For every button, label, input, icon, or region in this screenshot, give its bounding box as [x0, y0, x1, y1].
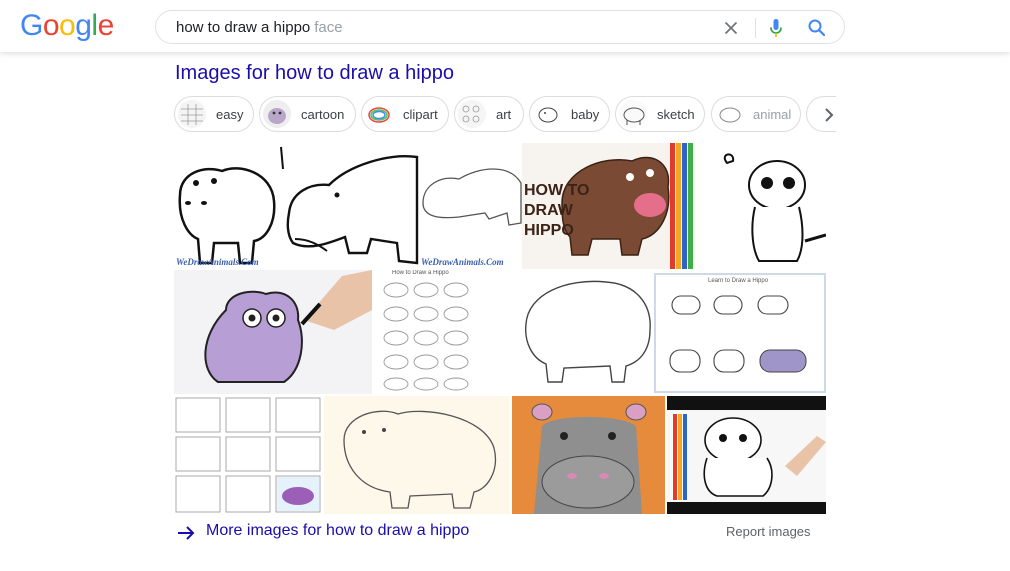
image-result[interactable]: WeDrawAnimals.Com	[174, 143, 278, 269]
microphone-icon	[770, 19, 782, 37]
chip-art[interactable]: art	[454, 96, 524, 132]
search-header: Google how to draw a hippo face	[0, 0, 1010, 52]
image-caption: How to Draw a Hippo	[392, 270, 449, 276]
overlay-line: HOW TO	[524, 182, 590, 199]
google-logo[interactable]: Google	[20, 9, 114, 43]
image-caption: Learn to Draw a Hippo	[708, 278, 769, 284]
image-result[interactable]	[512, 396, 665, 514]
overlay-line: DRAW	[524, 202, 573, 219]
overlay-line: HIPPO	[524, 222, 574, 239]
chip-thumbnail	[365, 100, 393, 128]
chip-label: baby	[571, 107, 600, 122]
search-divider	[755, 18, 756, 38]
related-search-chips: easy cartoon clipart art baby sketch ani…	[174, 96, 836, 132]
chip-thumbnail	[458, 100, 486, 128]
arrow-right-icon	[178, 526, 195, 540]
chips-next-button[interactable]	[818, 104, 840, 126]
search-query: how to draw a hippo	[176, 19, 311, 36]
search-icon	[808, 19, 826, 37]
images-section-title[interactable]: Images for how to draw a hippo	[175, 62, 454, 85]
image-result[interactable]	[324, 396, 510, 514]
image-caption: WeDrawAnimals.Com	[176, 257, 259, 267]
chip-thumbnail	[178, 100, 206, 128]
chip-easy[interactable]: easy	[174, 96, 254, 132]
search-autocomplete-suggestion: face	[314, 19, 343, 36]
chip-label: sketch	[657, 107, 695, 122]
chip-sketch[interactable]: sketch	[615, 96, 705, 132]
image-result[interactable]	[516, 270, 653, 394]
chip-label: animal	[753, 107, 792, 122]
logo-letter: o	[42, 9, 60, 42]
logo-letter: o	[59, 9, 76, 42]
image-overlay-text: HOW TO DRAW HIPPO	[524, 181, 589, 241]
chevron-right-icon	[825, 108, 834, 122]
chip-baby[interactable]: baby	[529, 96, 610, 132]
logo-letter: g	[75, 9, 92, 42]
voice-search-button[interactable]	[764, 16, 788, 40]
chip-thumbnail	[715, 100, 743, 128]
image-result[interactable]: HOW TO DRAW HIPPO	[522, 143, 695, 269]
more-images-label: More images for how to draw a hippo	[206, 522, 470, 539]
clear-search-button[interactable]	[719, 16, 743, 40]
image-result[interactable]: Learn to Draw a Hippo	[654, 270, 826, 394]
chip-clipart[interactable]: clipart	[361, 96, 449, 132]
image-result[interactable]	[695, 143, 826, 269]
chip-animal[interactable]: animal	[711, 96, 801, 132]
close-icon	[724, 21, 738, 35]
image-result[interactable]	[667, 396, 826, 514]
chip-thumbnail	[533, 100, 561, 128]
search-input[interactable]: how to draw a hippo face	[176, 19, 343, 36]
chip-label: art	[496, 107, 512, 122]
image-result[interactable]	[174, 396, 322, 514]
logo-letter: G	[20, 9, 43, 42]
image-result[interactable]	[279, 143, 419, 269]
image-result[interactable]: How to Draw a Hippo	[374, 270, 515, 394]
report-images-link[interactable]: Report images	[726, 524, 811, 539]
chip-cartoon[interactable]: cartoon	[259, 96, 356, 132]
image-caption: WeDrawAnimals.Com	[421, 257, 504, 267]
chip-label: easy	[216, 107, 244, 122]
search-box[interactable]: how to draw a hippo face	[155, 10, 845, 44]
image-result[interactable]: WeDrawAnimals.Com	[419, 143, 522, 269]
image-result[interactable]	[174, 270, 372, 394]
chip-thumbnail	[263, 100, 291, 128]
logo-letter: e	[97, 9, 115, 42]
chip-thumbnail	[619, 100, 647, 128]
chip-label: clipart	[403, 107, 438, 122]
search-button[interactable]	[805, 16, 829, 40]
chip-label: cartoon	[301, 107, 345, 122]
